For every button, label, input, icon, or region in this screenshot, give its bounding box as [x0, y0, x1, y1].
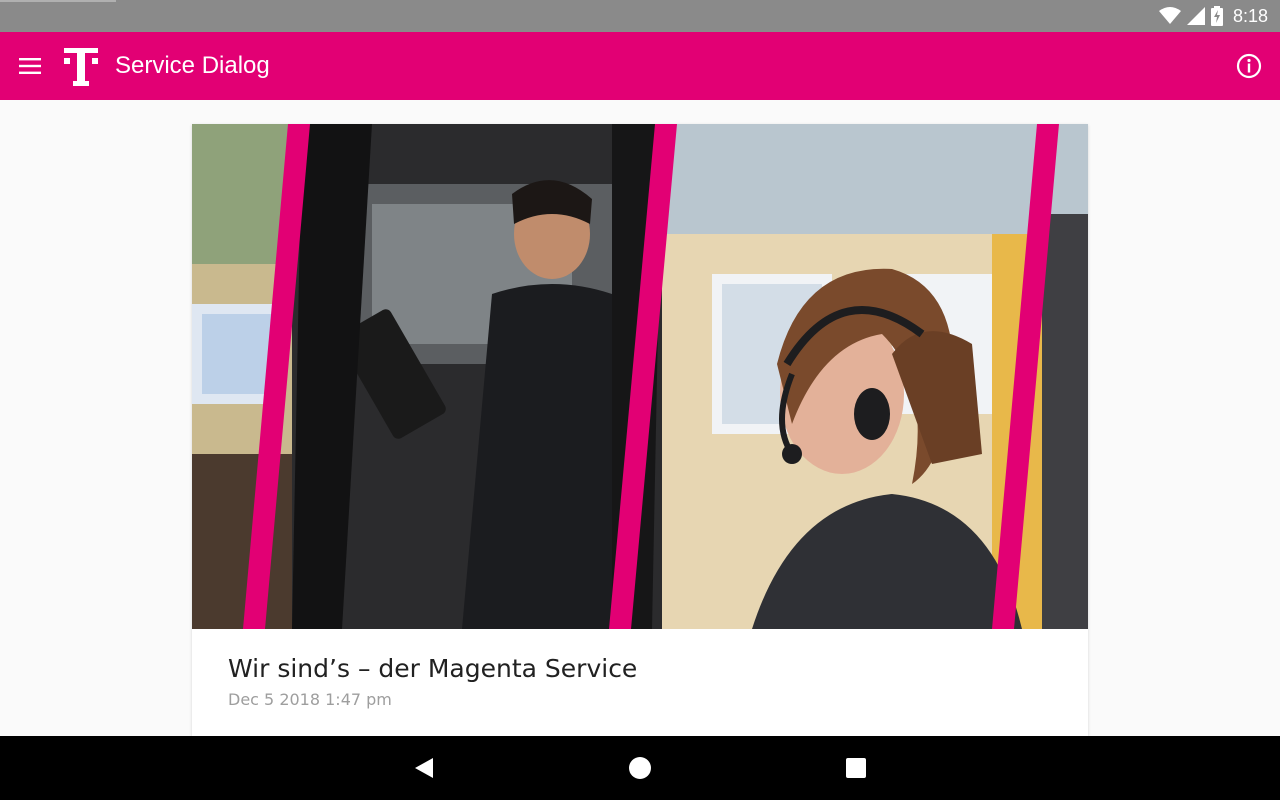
back-button[interactable] [408, 752, 440, 784]
article-title: Wir sind’s – der Magenta Service [228, 654, 638, 683]
wifi-icon [1158, 7, 1181, 24]
info-button[interactable] [1232, 46, 1266, 86]
back-icon [415, 758, 433, 778]
battery-charging-icon [1210, 6, 1223, 26]
status-bar-notch [0, 0, 116, 2]
telekom-t-logo [64, 48, 98, 86]
article-date: Dec 5 2018 1:47 pm [228, 690, 392, 709]
home-button[interactable] [624, 752, 656, 784]
status-bar: 8:18 [0, 0, 1280, 32]
navigation-bar [0, 736, 1280, 800]
status-icons: 8:18 [1158, 0, 1268, 32]
app-title: Service Dialog [115, 52, 270, 79]
status-time: 8:18 [1232, 5, 1268, 26]
recents-icon [846, 758, 866, 778]
signal-icon [1186, 7, 1205, 25]
home-icon [629, 757, 651, 779]
article-card[interactable]: Wir sind’s – der Magenta Service Dec 5 2… [192, 124, 1088, 736]
magenta-service-hero-image [192, 124, 1088, 629]
menu-icon [19, 58, 41, 74]
app-bar: Service Dialog [0, 32, 1280, 100]
info-icon [1236, 53, 1262, 79]
menu-button[interactable] [10, 46, 50, 86]
recents-button[interactable] [840, 752, 872, 784]
